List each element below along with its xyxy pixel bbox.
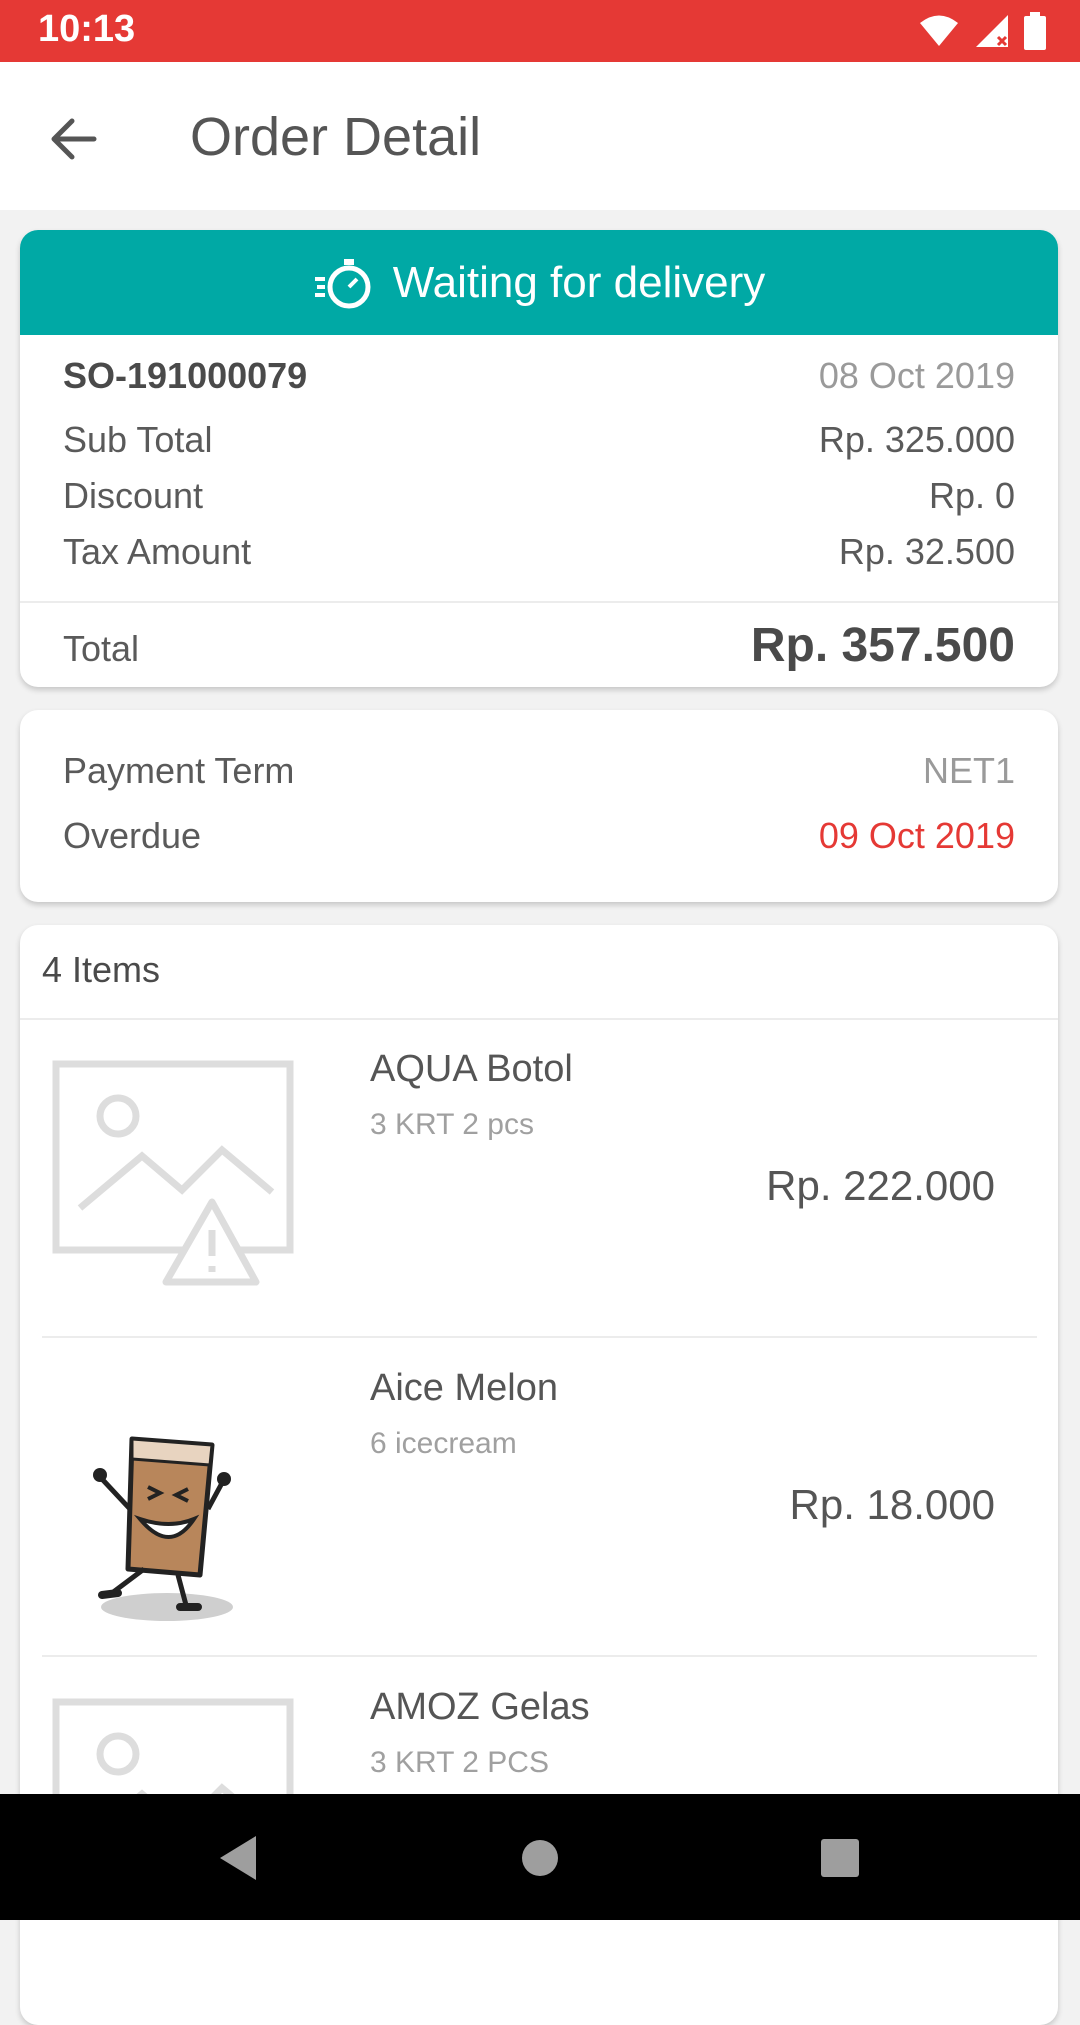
arrow-back-icon	[51, 118, 97, 160]
page-title: Order Detail	[190, 107, 482, 167]
triangle-back-icon	[220, 1836, 256, 1880]
item-qty: 3 KRT 2 pcs	[370, 1108, 534, 1141]
divider	[20, 601, 1058, 603]
stopwatch-icon	[314, 258, 371, 308]
signal-icon	[976, 15, 1008, 47]
wifi-icon	[920, 15, 958, 46]
status-bar: 10:13	[0, 0, 1080, 62]
status-time: 10:13	[38, 8, 136, 50]
placeholder-image-icon	[52, 1060, 302, 1290]
item-price: Rp. 18.000	[789, 1481, 996, 1528]
back-button[interactable]	[38, 104, 108, 174]
sub-total-value: Rp. 325.000	[818, 419, 1015, 460]
status-icons	[918, 12, 1046, 50]
nav-home-button[interactable]	[512, 1830, 568, 1886]
discount-label: Discount	[63, 475, 204, 516]
tax-value: Rp. 32.500	[838, 531, 1015, 572]
order-date: 08 Oct 2019	[818, 355, 1015, 396]
item-price: Rp. 222.000	[766, 1162, 995, 1209]
list-item[interactable]: AQUA Botol 3 KRT 2 pcs Rp. 222.000	[42, 1020, 1037, 1338]
status-banner: Waiting for delivery	[20, 230, 1058, 335]
app-bar: Order Detail	[0, 62, 1080, 210]
divider	[42, 1655, 1037, 1657]
overdue-value: 09 Oct 2019	[818, 815, 1015, 856]
navigation-bar	[0, 1794, 1080, 1920]
order-summary-card: Waiting for delivery SO-191000079 08 Oct…	[20, 230, 1058, 687]
circle-home-icon	[522, 1840, 558, 1876]
item-qty: 6 icecream	[370, 1427, 517, 1460]
payment-term-value: NET1	[922, 750, 1015, 791]
divider	[42, 1336, 1037, 1338]
sub-total-label: Sub Total	[63, 419, 213, 460]
item-qty: 3 KRT 2 PCS	[370, 1746, 549, 1779]
discount-value: Rp. 0	[928, 475, 1015, 516]
square-recents-icon	[821, 1839, 859, 1877]
nav-back-button[interactable]	[210, 1830, 266, 1886]
icecream-mascot-image	[52, 1379, 302, 1621]
status-text: Waiting for delivery	[392, 257, 766, 307]
overdue-label: Overdue	[63, 815, 202, 856]
list-item[interactable]: Aice Melon 6 icecream Rp. 18.000	[42, 1339, 1037, 1657]
items-count: 4 Items	[42, 949, 161, 990]
item-name: AMOZ Gelas	[370, 1686, 590, 1728]
item-name: Aice Melon	[370, 1367, 558, 1409]
payment-term-label: Payment Term	[63, 750, 295, 791]
nav-recents-button[interactable]	[812, 1830, 868, 1886]
total-label: Total	[63, 628, 140, 669]
total-value: Rp. 357.500	[750, 619, 1015, 672]
battery-icon	[1024, 12, 1046, 50]
order-number: SO-191000079	[63, 355, 308, 396]
payment-card: Payment Term NET1 Overdue 09 Oct 2019	[20, 710, 1058, 902]
item-name: AQUA Botol	[370, 1048, 573, 1090]
tax-label: Tax Amount	[63, 531, 252, 572]
